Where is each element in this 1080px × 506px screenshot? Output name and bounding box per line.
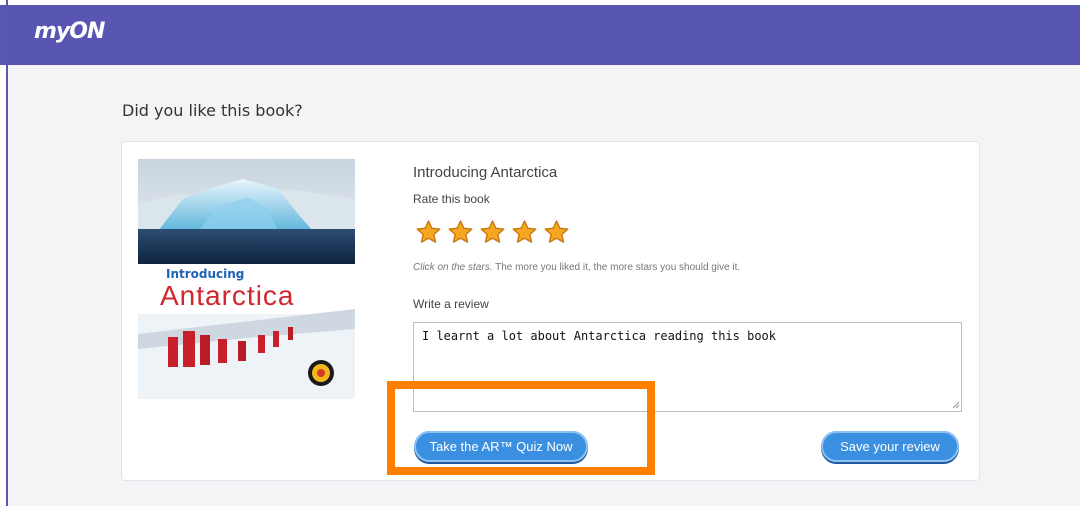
save-review-button[interactable]: Save your review <box>821 431 959 462</box>
top-navigation-bar: myON <box>0 5 1080 65</box>
star-icon-2[interactable] <box>446 218 475 247</box>
star-icon-1[interactable] <box>414 218 443 247</box>
review-label: Write a review <box>413 297 489 311</box>
cover-text-antarctica: Antarctica <box>160 280 295 311</box>
take-quiz-button[interactable]: Take the AR™ Quiz Now <box>414 431 588 462</box>
book-cover-image[interactable]: Introducing Antarctica <box>138 159 355 399</box>
review-textarea[interactable]: I learnt a lot about Antarctica reading … <box>413 322 962 412</box>
left-edge-rule <box>6 0 8 506</box>
page-question: Did you like this book? <box>122 101 303 120</box>
cover-text-introducing: Introducing <box>166 267 245 281</box>
rating-hint-text: The more you liked it, the more stars yo… <box>492 262 741 273</box>
resize-grip-icon[interactable] <box>951 400 960 409</box>
star-icon-5[interactable] <box>542 218 571 247</box>
rating-hint-emphasis: Click on the stars. <box>413 262 493 273</box>
rate-label: Rate this book <box>413 192 490 206</box>
star-icon-3[interactable] <box>478 218 507 247</box>
rating-hint: Click on the stars. The more you liked i… <box>413 262 740 273</box>
book-title: Introducing Antarctica <box>413 164 558 181</box>
myon-logo[interactable]: myON <box>34 19 105 44</box>
star-icon-4[interactable] <box>510 218 539 247</box>
star-rating[interactable] <box>414 218 571 247</box>
